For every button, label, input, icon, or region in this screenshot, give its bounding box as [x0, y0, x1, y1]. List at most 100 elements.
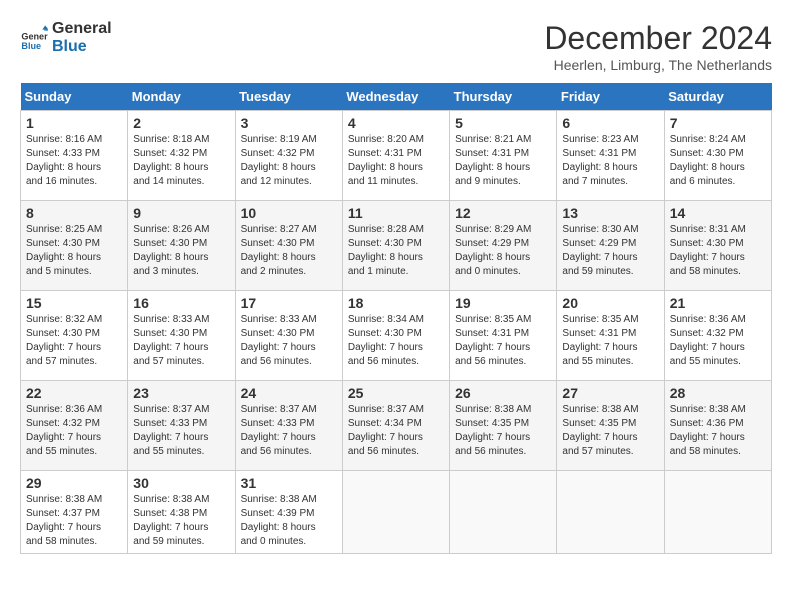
logo-icon: General Blue: [20, 24, 48, 52]
weekday-header-monday: Monday: [128, 83, 235, 111]
calendar-cell: 24 Sunrise: 8:37 AM Sunset: 4:33 PM Dayli…: [235, 381, 342, 471]
day-number: 10: [241, 205, 337, 221]
day-number: 30: [133, 475, 229, 491]
calendar-cell: [342, 471, 449, 554]
day-number: 3: [241, 115, 337, 131]
weekday-header-row: SundayMondayTuesdayWednesdayThursdayFrid…: [21, 83, 772, 111]
day-info: Sunrise: 8:35 AM Sunset: 4:31 PM Dayligh…: [562, 313, 658, 369]
day-info: Sunrise: 8:30 AM Sunset: 4:29 PM Dayligh…: [562, 223, 658, 279]
day-number: 26: [455, 385, 551, 401]
day-number: 20: [562, 295, 658, 311]
calendar-cell: 22 Sunrise: 8:36 AM Sunset: 4:32 PM Dayli…: [21, 381, 128, 471]
day-info: Sunrise: 8:38 AM Sunset: 4:35 PM Dayligh…: [562, 403, 658, 459]
day-info: Sunrise: 8:32 AM Sunset: 4:30 PM Dayligh…: [26, 313, 122, 369]
day-info: Sunrise: 8:36 AM Sunset: 4:32 PM Dayligh…: [26, 403, 122, 459]
day-number: 19: [455, 295, 551, 311]
weekday-header-friday: Friday: [557, 83, 664, 111]
calendar-cell: 1 Sunrise: 8:16 AM Sunset: 4:33 PM Daylig…: [21, 111, 128, 201]
calendar-cell: 29 Sunrise: 8:38 AM Sunset: 4:37 PM Dayli…: [21, 471, 128, 554]
calendar-cell: 11Sunrise: 8:28 AM Sunset: 4:30 PM Dayli…: [342, 201, 449, 291]
day-number: 16: [133, 295, 229, 311]
day-info: Sunrise: 8:25 AM Sunset: 4:30 PM Dayligh…: [26, 223, 122, 279]
logo: General Blue General Blue: [20, 20, 112, 55]
day-number: 5: [455, 115, 551, 131]
day-number: 4: [348, 115, 444, 131]
day-number: 22: [26, 385, 122, 401]
calendar-cell: 30 Sunrise: 8:38 AM Sunset: 4:38 PM Dayli…: [128, 471, 235, 554]
calendar-cell: [450, 471, 557, 554]
day-info: Sunrise: 8:20 AM Sunset: 4:31 PM Dayligh…: [348, 133, 444, 189]
day-number: 23: [133, 385, 229, 401]
day-info: Sunrise: 8:23 AM Sunset: 4:31 PM Dayligh…: [562, 133, 658, 189]
day-info: Sunrise: 8:38 AM Sunset: 4:37 PM Dayligh…: [26, 493, 122, 549]
calendar-cell: 13 Sunrise: 8:30 AM Sunset: 4:29 PM Dayli…: [557, 201, 664, 291]
day-info: Sunrise: 8:38 AM Sunset: 4:36 PM Dayligh…: [670, 403, 766, 459]
calendar-cell: 5 Sunrise: 8:21 AM Sunset: 4:31 PM Daylig…: [450, 111, 557, 201]
calendar-cell: 15 Sunrise: 8:32 AM Sunset: 4:30 PM Dayli…: [21, 291, 128, 381]
svg-text:General: General: [21, 31, 48, 41]
calendar-cell: 8Sunrise: 8:25 AM Sunset: 4:30 PM Daylig…: [21, 201, 128, 291]
day-info: Sunrise: 8:38 AM Sunset: 4:38 PM Dayligh…: [133, 493, 229, 549]
calendar-cell: 3 Sunrise: 8:19 AM Sunset: 4:32 PM Daylig…: [235, 111, 342, 201]
day-number: 29: [26, 475, 122, 491]
calendar-cell: 26 Sunrise: 8:38 AM Sunset: 4:35 PM Dayli…: [450, 381, 557, 471]
calendar-cell: 19 Sunrise: 8:35 AM Sunset: 4:31 PM Dayli…: [450, 291, 557, 381]
day-number: 24: [241, 385, 337, 401]
logo-line1: General: [52, 20, 112, 38]
day-info: Sunrise: 8:29 AM Sunset: 4:29 PM Dayligh…: [455, 223, 551, 279]
weekday-header-tuesday: Tuesday: [235, 83, 342, 111]
day-info: Sunrise: 8:38 AM Sunset: 4:39 PM Dayligh…: [241, 493, 337, 549]
day-info: Sunrise: 8:27 AM Sunset: 4:30 PM Dayligh…: [241, 223, 337, 279]
day-info: Sunrise: 8:33 AM Sunset: 4:30 PM Dayligh…: [241, 313, 337, 369]
day-info: Sunrise: 8:19 AM Sunset: 4:32 PM Dayligh…: [241, 133, 337, 189]
calendar-cell: 20 Sunrise: 8:35 AM Sunset: 4:31 PM Dayli…: [557, 291, 664, 381]
day-info: Sunrise: 8:34 AM Sunset: 4:30 PM Dayligh…: [348, 313, 444, 369]
page-header: General Blue General Blue December 2024 …: [20, 20, 772, 73]
day-number: 12: [455, 205, 551, 221]
calendar-cell: 17 Sunrise: 8:33 AM Sunset: 4:30 PM Dayli…: [235, 291, 342, 381]
day-number: 11: [348, 205, 444, 221]
day-number: 27: [562, 385, 658, 401]
day-info: Sunrise: 8:21 AM Sunset: 4:31 PM Dayligh…: [455, 133, 551, 189]
calendar-cell: 21 Sunrise: 8:36 AM Sunset: 4:32 PM Dayli…: [664, 291, 771, 381]
day-info: Sunrise: 8:26 AM Sunset: 4:30 PM Dayligh…: [133, 223, 229, 279]
day-number: 17: [241, 295, 337, 311]
calendar-cell: [557, 471, 664, 554]
calendar-cell: 6Sunrise: 8:23 AM Sunset: 4:31 PM Daylig…: [557, 111, 664, 201]
day-number: 31: [241, 475, 337, 491]
location: Heerlen, Limburg, The Netherlands: [544, 57, 772, 73]
calendar-cell: 23 Sunrise: 8:37 AM Sunset: 4:33 PM Dayli…: [128, 381, 235, 471]
title-block: December 2024 Heerlen, Limburg, The Neth…: [544, 20, 772, 73]
day-number: 21: [670, 295, 766, 311]
calendar-cell: 14Sunrise: 8:31 AM Sunset: 4:30 PM Dayli…: [664, 201, 771, 291]
day-number: 9: [133, 205, 229, 221]
calendar-cell: [664, 471, 771, 554]
day-number: 15: [26, 295, 122, 311]
day-number: 1: [26, 115, 122, 131]
day-number: 2: [133, 115, 229, 131]
day-number: 14: [670, 205, 766, 221]
day-info: Sunrise: 8:37 AM Sunset: 4:33 PM Dayligh…: [241, 403, 337, 459]
calendar-cell: 31 Sunrise: 8:38 AM Sunset: 4:39 PM Dayli…: [235, 471, 342, 554]
day-info: Sunrise: 8:16 AM Sunset: 4:33 PM Dayligh…: [26, 133, 122, 189]
day-info: Sunrise: 8:38 AM Sunset: 4:35 PM Dayligh…: [455, 403, 551, 459]
calendar-cell: 25 Sunrise: 8:37 AM Sunset: 4:34 PM Dayli…: [342, 381, 449, 471]
day-info: Sunrise: 8:37 AM Sunset: 4:34 PM Dayligh…: [348, 403, 444, 459]
calendar-cell: 7 Sunrise: 8:24 AM Sunset: 4:30 PM Daylig…: [664, 111, 771, 201]
calendar-cell: 28 Sunrise: 8:38 AM Sunset: 4:36 PM Dayli…: [664, 381, 771, 471]
weekday-header-wednesday: Wednesday: [342, 83, 449, 111]
calendar-cell: 4 Sunrise: 8:20 AM Sunset: 4:31 PM Daylig…: [342, 111, 449, 201]
day-number: 25: [348, 385, 444, 401]
day-info: Sunrise: 8:18 AM Sunset: 4:32 PM Dayligh…: [133, 133, 229, 189]
calendar-cell: 27 Sunrise: 8:38 AM Sunset: 4:35 PM Dayli…: [557, 381, 664, 471]
day-info: Sunrise: 8:37 AM Sunset: 4:33 PM Dayligh…: [133, 403, 229, 459]
day-info: Sunrise: 8:36 AM Sunset: 4:32 PM Dayligh…: [670, 313, 766, 369]
calendar-cell: 18Sunrise: 8:34 AM Sunset: 4:30 PM Dayli…: [342, 291, 449, 381]
day-number: 28: [670, 385, 766, 401]
month-title: December 2024: [544, 20, 772, 57]
day-number: 13: [562, 205, 658, 221]
day-number: 7: [670, 115, 766, 131]
day-info: Sunrise: 8:24 AM Sunset: 4:30 PM Dayligh…: [670, 133, 766, 189]
logo-line2: Blue: [52, 38, 112, 56]
day-info: Sunrise: 8:35 AM Sunset: 4:31 PM Dayligh…: [455, 313, 551, 369]
